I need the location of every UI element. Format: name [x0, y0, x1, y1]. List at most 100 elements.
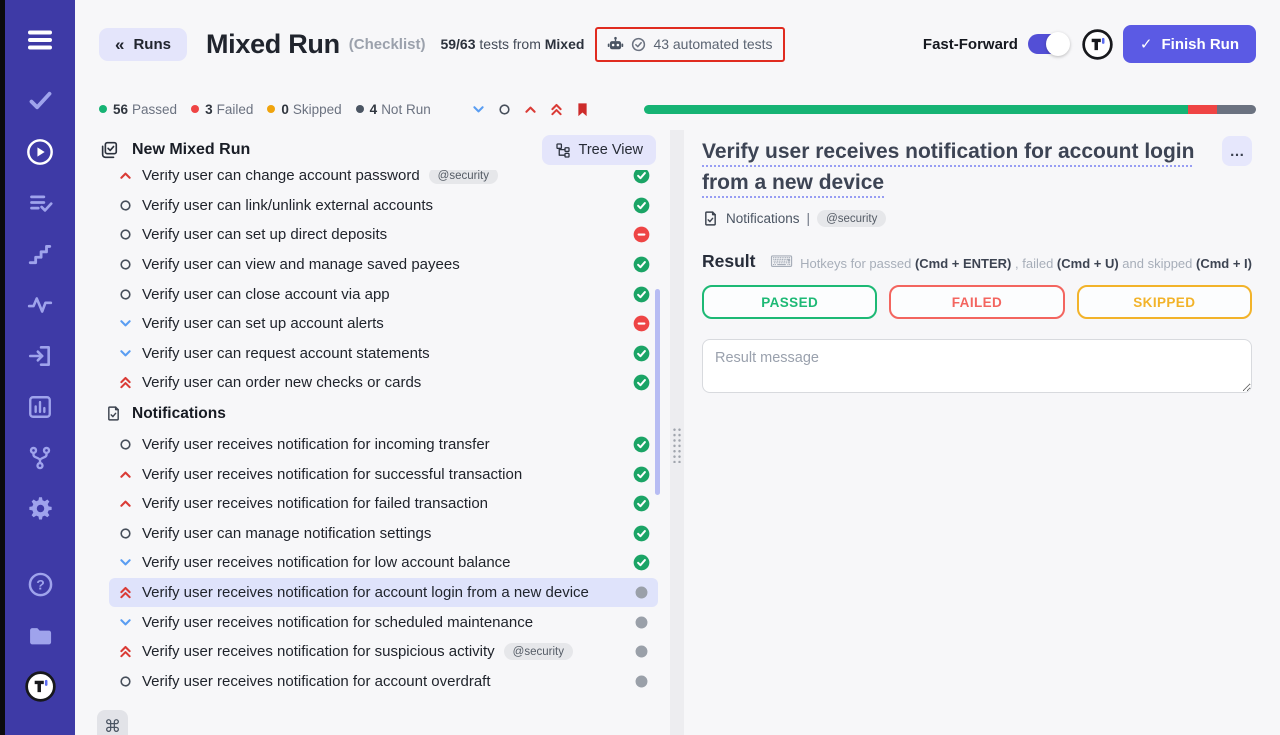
check-icon: ✓	[1140, 35, 1153, 53]
test-title: Verify user can close account via app	[142, 286, 390, 303]
sidebar-item-play-circle-icon[interactable]	[24, 140, 56, 168]
command-shortcut-button[interactable]: ⌘	[97, 710, 128, 735]
breadcrumb-separator: |	[807, 211, 811, 226]
test-row[interactable]: Verify user can change account password@…	[109, 170, 658, 191]
test-row[interactable]: Verify user receives notification for su…	[109, 459, 658, 489]
test-row[interactable]: Verify user can close account via app	[109, 279, 658, 309]
stat-passed[interactable]: 56Passed	[99, 102, 177, 117]
test-row[interactable]: Verify user can set up account alerts	[109, 309, 658, 339]
top-bar: « Runs Mixed Run (Checklist) 59/63 tests…	[75, 0, 1280, 61]
sidebar-item-bar-chart-icon[interactable]	[24, 395, 56, 423]
test-row[interactable]: Verify user receives notification for fa…	[109, 489, 658, 519]
sidebar-item-activity-icon[interactable]	[24, 293, 56, 321]
test-detail-title[interactable]: Verify user receives notification for ac…	[702, 136, 1222, 198]
progress-segment-passed	[644, 105, 1188, 114]
finish-run-button[interactable]: ✓ Finish Run	[1123, 25, 1256, 63]
stat-not-run[interactable]: 4Not Run	[356, 102, 431, 117]
brand-logo-icon[interactable]	[1082, 29, 1113, 60]
stat-failed[interactable]: 3Failed	[191, 102, 253, 117]
sidebar-item-menu-icon[interactable]	[24, 28, 56, 56]
test-title: Verify user can request account statemen…	[142, 345, 430, 362]
status-notrun-icon	[633, 643, 650, 660]
priority-none-icon	[117, 674, 133, 689]
status-notrun-icon	[633, 584, 650, 601]
main-area: « Runs Mixed Run (Checklist) 59/63 tests…	[75, 0, 1280, 735]
result-failed-button[interactable]: FAILED	[889, 285, 1064, 319]
fast-forward-toggle[interactable]	[1028, 34, 1068, 54]
status-failed-icon	[633, 315, 650, 332]
test-row[interactable]: Verify user can request account statemen…	[109, 339, 658, 369]
priority-none-icon	[117, 257, 133, 272]
test-row[interactable]: Verify user can set up direct deposits	[109, 220, 658, 250]
back-to-runs-button[interactable]: « Runs	[99, 28, 187, 61]
status-dot-icon	[191, 105, 199, 113]
stat-skipped[interactable]: 0Skipped	[267, 102, 341, 117]
test-row[interactable]: Verify user receives notification for lo…	[109, 548, 658, 578]
sidebar-item-login-icon[interactable]	[24, 344, 56, 372]
suite-breadcrumb[interactable]: Notifications	[726, 211, 800, 226]
automated-tests-badge[interactable]: 43 automated tests	[595, 27, 784, 62]
tests-count-value: 59/63	[440, 36, 475, 52]
result-skipped-button[interactable]: SKIPPED	[1077, 285, 1252, 319]
priority-highest-icon[interactable]	[549, 102, 564, 117]
bookmark-icon[interactable]	[575, 102, 590, 117]
fast-forward-label: Fast-Forward	[923, 36, 1018, 53]
section-row[interactable]: Notifications	[97, 398, 658, 430]
keyboard-icon: ⌨	[770, 255, 793, 271]
panel-resizer[interactable]	[670, 130, 684, 735]
status-dot-icon	[99, 105, 107, 113]
test-row[interactable]: Verify user can view and manage saved pa…	[109, 250, 658, 280]
test-row[interactable]: Verify user receives notification for ac…	[109, 578, 658, 608]
status-notrun-icon	[633, 673, 650, 690]
test-row[interactable]: Verify user receives notification for in…	[109, 430, 658, 460]
list-check-icon	[27, 189, 54, 221]
sidebar-item-git-branch-icon[interactable]	[24, 446, 56, 474]
sidebar-item-folder-icon[interactable]	[24, 624, 56, 652]
circle-check-icon	[631, 37, 646, 52]
test-row[interactable]: Verify user receives notification for sc…	[109, 607, 658, 637]
result-heading: Result	[702, 251, 755, 272]
priority-high-icon[interactable]	[523, 102, 538, 117]
toggle-knob	[1046, 32, 1070, 56]
priority-none-icon	[117, 526, 133, 541]
test-row[interactable]: Verify user can order new checks or card…	[109, 368, 658, 398]
priority-low-icon	[117, 615, 133, 630]
list-scrollbar-thumb[interactable]	[655, 289, 660, 495]
test-row[interactable]: Verify user receives notification for su…	[109, 637, 658, 667]
progress-bar	[644, 105, 1256, 114]
more-actions-button[interactable]: …	[1222, 136, 1252, 166]
sidebar-item-check-icon[interactable]	[24, 89, 56, 117]
test-row[interactable]: Verify user can link/unlink external acc…	[109, 191, 658, 221]
sidebar-item-list-check-icon[interactable]	[24, 191, 56, 219]
folder-icon	[26, 622, 54, 655]
test-list: Verify user can change account password@…	[75, 170, 670, 735]
checklist-copy-icon	[99, 140, 119, 160]
status-passed-icon	[633, 554, 650, 571]
test-row[interactable]: Verify user receives notification for ac…	[109, 667, 658, 697]
priority-low-icon[interactable]	[471, 102, 486, 117]
status-passed-icon	[633, 525, 650, 542]
sidebar-item-logo-icon[interactable]	[24, 675, 56, 703]
sidebar-item-gear-icon[interactable]	[24, 497, 56, 525]
sidebar: ?	[5, 0, 75, 735]
sidebar-item-help-icon[interactable]: ?	[24, 573, 56, 601]
page-title: Mixed Run	[206, 29, 340, 60]
sidebar-item-steps-icon[interactable]	[24, 242, 56, 270]
test-row[interactable]: Verify user can manage notification sett…	[109, 519, 658, 549]
test-title: Verify user receives notification for ac…	[142, 673, 491, 690]
priority-low-icon	[117, 555, 133, 570]
tree-view-button[interactable]: Tree View	[542, 135, 656, 165]
tag-badge[interactable]: @security	[817, 210, 886, 227]
test-title: Verify user receives notification for su…	[142, 466, 522, 483]
priority-none-icon[interactable]	[497, 102, 512, 117]
status-dot-icon	[356, 105, 364, 113]
test-title: Verify user receives notification for in…	[142, 436, 490, 453]
section-title: Notifications	[132, 405, 226, 423]
result-passed-button[interactable]: PASSED	[702, 285, 877, 319]
priority-none-icon	[117, 287, 133, 302]
result-message-input[interactable]	[702, 339, 1252, 393]
finish-run-label: Finish Run	[1162, 36, 1240, 53]
steps-icon	[27, 241, 53, 272]
status-passed-icon	[633, 374, 650, 391]
status-dot-icon	[267, 105, 275, 113]
